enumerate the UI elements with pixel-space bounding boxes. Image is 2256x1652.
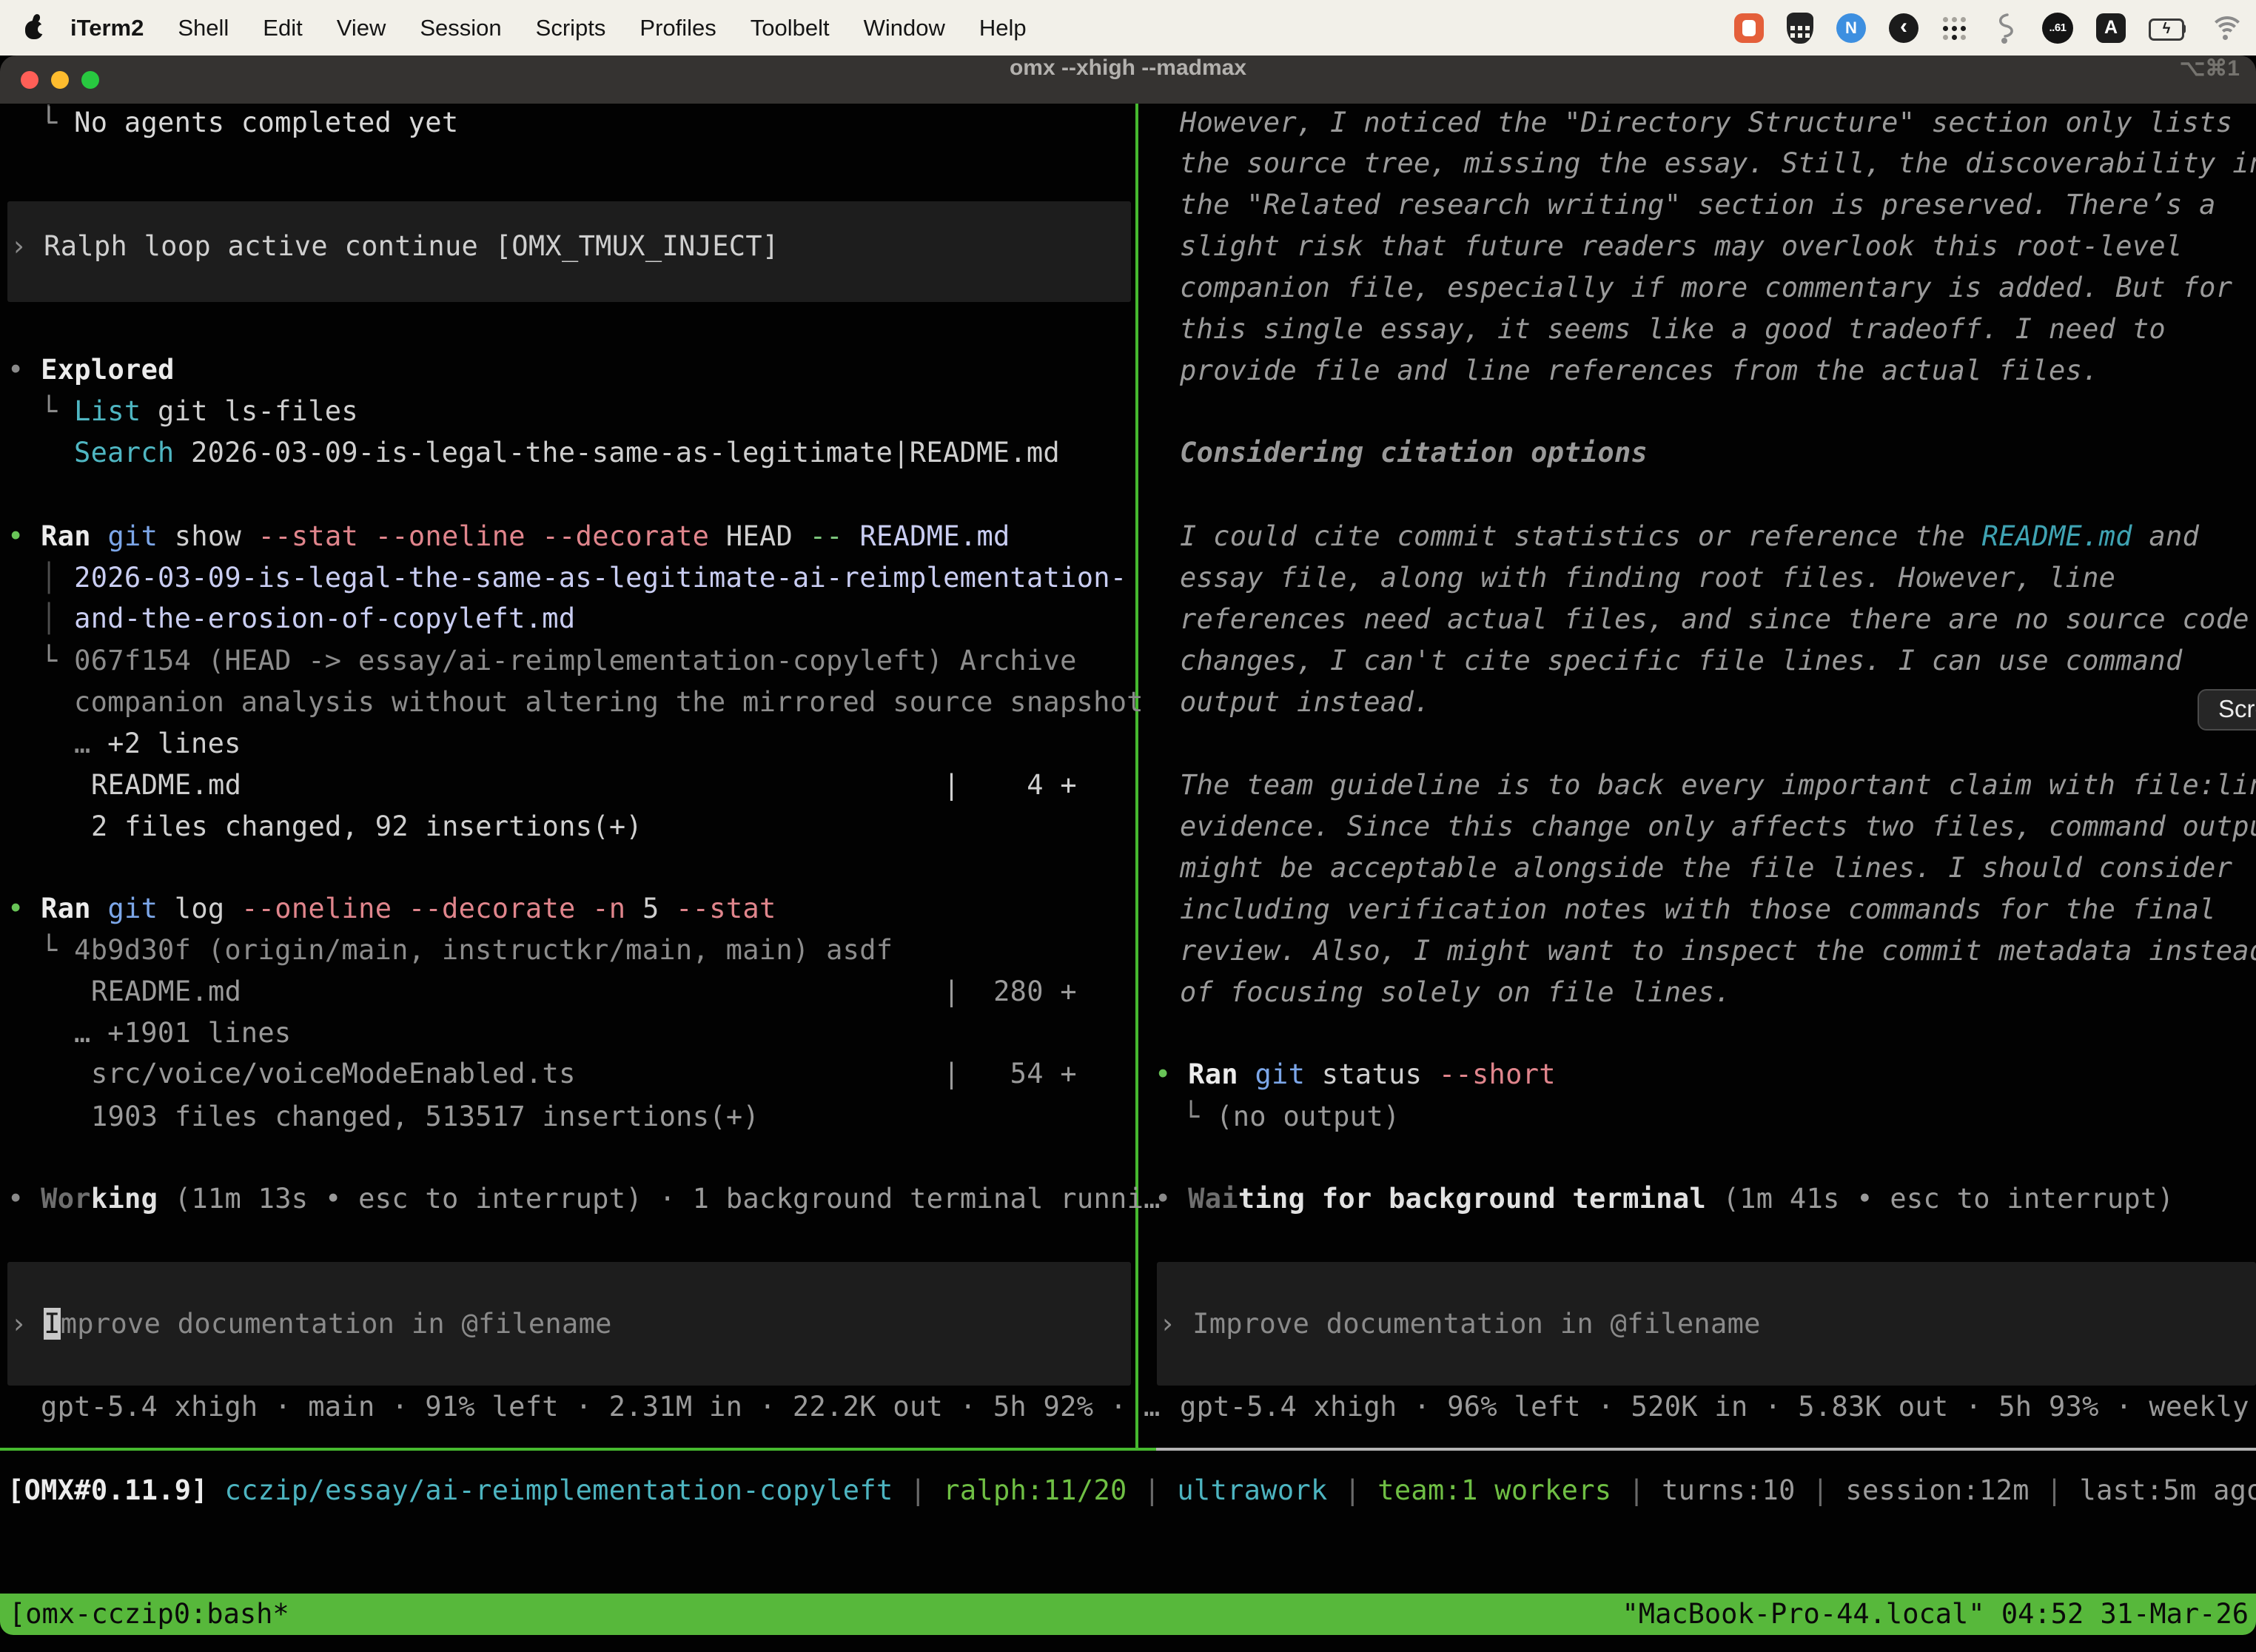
log-stat-line-1: README.md | 280 + xyxy=(91,971,1077,1013)
ran-git-status-line: • Ran git status --short xyxy=(1155,1054,1556,1095)
working-status-line: • Working (11m 13s • esc to interrupt) ·… xyxy=(7,1178,1161,1220)
reasoning-paragraph-line: references need actual files, and since … xyxy=(1180,599,2249,640)
reasoning-paragraph-line: this single essay, it seems like a good … xyxy=(1180,309,2166,350)
pane-bottom-border-active xyxy=(0,1448,1156,1451)
explored-list-line: └ List git ls-files xyxy=(41,391,358,432)
menu-item-view[interactable]: View xyxy=(320,15,403,41)
menu-item-session[interactable]: Session xyxy=(403,15,518,41)
ralph-loop-banner: › Ralph loop active continue [OMX_TMUX_I… xyxy=(10,226,779,267)
reasoning-paragraph-line: of focusing solely on file lines. xyxy=(1180,972,1731,1013)
log-summary-line: 1903 files changed, 513517 insertions(+) xyxy=(91,1096,759,1138)
show-commit-line-1: └ 067f154 (HEAD -> essay/ai-reimplementa… xyxy=(41,640,1077,682)
reasoning-paragraph-line: the source tree, missing the essay. Stil… xyxy=(1180,143,2256,184)
reasoning-heading: Considering citation options xyxy=(1180,432,1648,474)
reasoning-paragraph-line: provide file and line references from th… xyxy=(1180,350,2099,392)
agents-note-line: └ No agents completed yet xyxy=(41,102,458,144)
chat-bubble-icon[interactable] xyxy=(1734,13,1764,43)
left-prompt-text[interactable]: › Improve documentation in @filename xyxy=(10,1303,612,1345)
screen-overlay-button[interactable]: Scre xyxy=(2198,689,2256,731)
apple-menu-icon[interactable] xyxy=(25,21,43,39)
explored-search-line: Search 2026-03-09-is-legal-the-same-as-l… xyxy=(74,432,1060,474)
reasoning-paragraph-line: including verification notes with those … xyxy=(1180,889,2216,930)
tmux-session-label: [omx-cczip0:bash* xyxy=(9,1594,289,1635)
pane-bottom-border-inactive xyxy=(1156,1448,2256,1451)
reasoning-paragraph-line: The team guideline is to back every impo… xyxy=(1180,765,2256,806)
show-summary-line: 2 files changed, 92 insertions(+) xyxy=(91,806,642,847)
log-stat-line-2: src/voice/voiceModeEnabled.ts | 54 + xyxy=(91,1053,1077,1095)
shield-grid-icon[interactable] xyxy=(1787,13,1813,44)
badge-61-icon[interactable]: ..61 xyxy=(2042,13,2073,44)
reasoning-paragraph-line: output instead. xyxy=(1180,682,1431,723)
menu-item-scripts[interactable]: Scripts xyxy=(519,15,623,41)
crescent-circle-icon[interactable]: ‹ xyxy=(1889,13,1918,43)
ran-git-log-line: • Ran git log --oneline --decorate -n 5 … xyxy=(7,888,776,930)
menu-item-window[interactable]: Window xyxy=(847,15,962,41)
pane-divider[interactable] xyxy=(1135,104,1138,1449)
menu-item-edit[interactable]: Edit xyxy=(246,15,319,41)
left-model-status-line: gpt-5.4 xhigh · main · 91% left · 2.31M … xyxy=(41,1386,1161,1428)
show-commit-line-2: companion analysis without altering the … xyxy=(74,682,1144,723)
reasoning-paragraph-line: review. Also, I might want to inspect th… xyxy=(1180,930,2256,972)
desktop: iTerm2 Shell Edit View Session Scripts P… xyxy=(0,0,2256,1652)
macos-menu-bar: iTerm2 Shell Edit View Session Scripts P… xyxy=(0,0,2256,56)
explored-header: • Explored xyxy=(7,349,175,391)
hook-icon[interactable] xyxy=(1990,12,2019,44)
show-more-lines: … +2 lines xyxy=(74,723,241,765)
reasoning-paragraph-line: slight risk that future readers may over… xyxy=(1180,226,2183,267)
show-stat-line: README.md | 4 + xyxy=(91,765,1077,806)
menu-item-toolbelt[interactable]: Toolbelt xyxy=(733,15,847,41)
menu-status-icons: N ‹ ..61 A ϟ xyxy=(1734,12,2256,44)
right-model-status-line: gpt-5.4 xhigh · 96% left · 520K in · 5.8… xyxy=(1180,1386,2256,1428)
reasoning-paragraph-line: I could cite commit statistics or refere… xyxy=(1180,516,2199,557)
a-square-icon[interactable]: A xyxy=(2096,13,2126,43)
waiting-status-line: • Waiting for background terminal (1m 41… xyxy=(1155,1178,2174,1220)
show-filename-line-1: │ 2026-03-09-is-legal-the-same-as-legiti… xyxy=(41,557,1127,599)
reasoning-paragraph-line: However, I noticed the "Directory Struct… xyxy=(1180,102,2232,144)
reasoning-paragraph-line: might be acceptable alongside the file l… xyxy=(1180,847,2232,889)
right-prompt-text[interactable]: › Improve documentation in @filename xyxy=(1159,1303,1761,1345)
omx-status-line: [OMX#0.11.9] cczip/essay/ai-reimplementa… xyxy=(7,1470,2256,1511)
menu-items: iTerm2 Shell Edit View Session Scripts P… xyxy=(0,15,1044,41)
no-output-line: └ (no output) xyxy=(1183,1096,1400,1138)
reasoning-paragraph-line: evidence. Since this change only affects… xyxy=(1180,806,2256,847)
reasoning-paragraph-line: the "Related research writing" section i… xyxy=(1180,184,2216,226)
menu-item-profiles[interactable]: Profiles xyxy=(622,15,733,41)
tmux-host-time-label: "MacBook-Pro-44.local" 04:52 31-Mar-26 xyxy=(1622,1594,2249,1635)
dots-grid-icon[interactable] xyxy=(1941,16,1967,41)
wifi-icon[interactable] xyxy=(2209,15,2243,41)
show-filename-line-2: │ and-the-erosion-of-copyleft.md xyxy=(41,598,575,639)
log-more-lines: … +1901 lines xyxy=(74,1013,292,1054)
window-shortcut-badge: ⌥⌘1 xyxy=(2180,56,2240,104)
menu-item-help[interactable]: Help xyxy=(962,15,1044,41)
battery-charging-icon[interactable]: ϟ xyxy=(2149,19,2186,38)
window-title: omx --xhigh --madmax xyxy=(0,56,2256,104)
menu-item-iterm2[interactable]: iTerm2 xyxy=(53,15,161,41)
log-commit-line: └ 4b9d30f (origin/main, instructkr/main,… xyxy=(41,930,893,971)
reasoning-paragraph-line: companion file, especially if more comme… xyxy=(1180,267,2232,309)
reasoning-paragraph-line: changes, I can't cite specific file line… xyxy=(1180,640,2183,682)
menu-item-shell[interactable]: Shell xyxy=(161,15,246,41)
n-badge-icon[interactable]: N xyxy=(1836,13,1866,43)
ran-git-show-line: • Ran git show --stat --oneline --decora… xyxy=(7,516,1010,557)
reasoning-paragraph-line: essay file, along with finding root file… xyxy=(1180,557,2115,599)
